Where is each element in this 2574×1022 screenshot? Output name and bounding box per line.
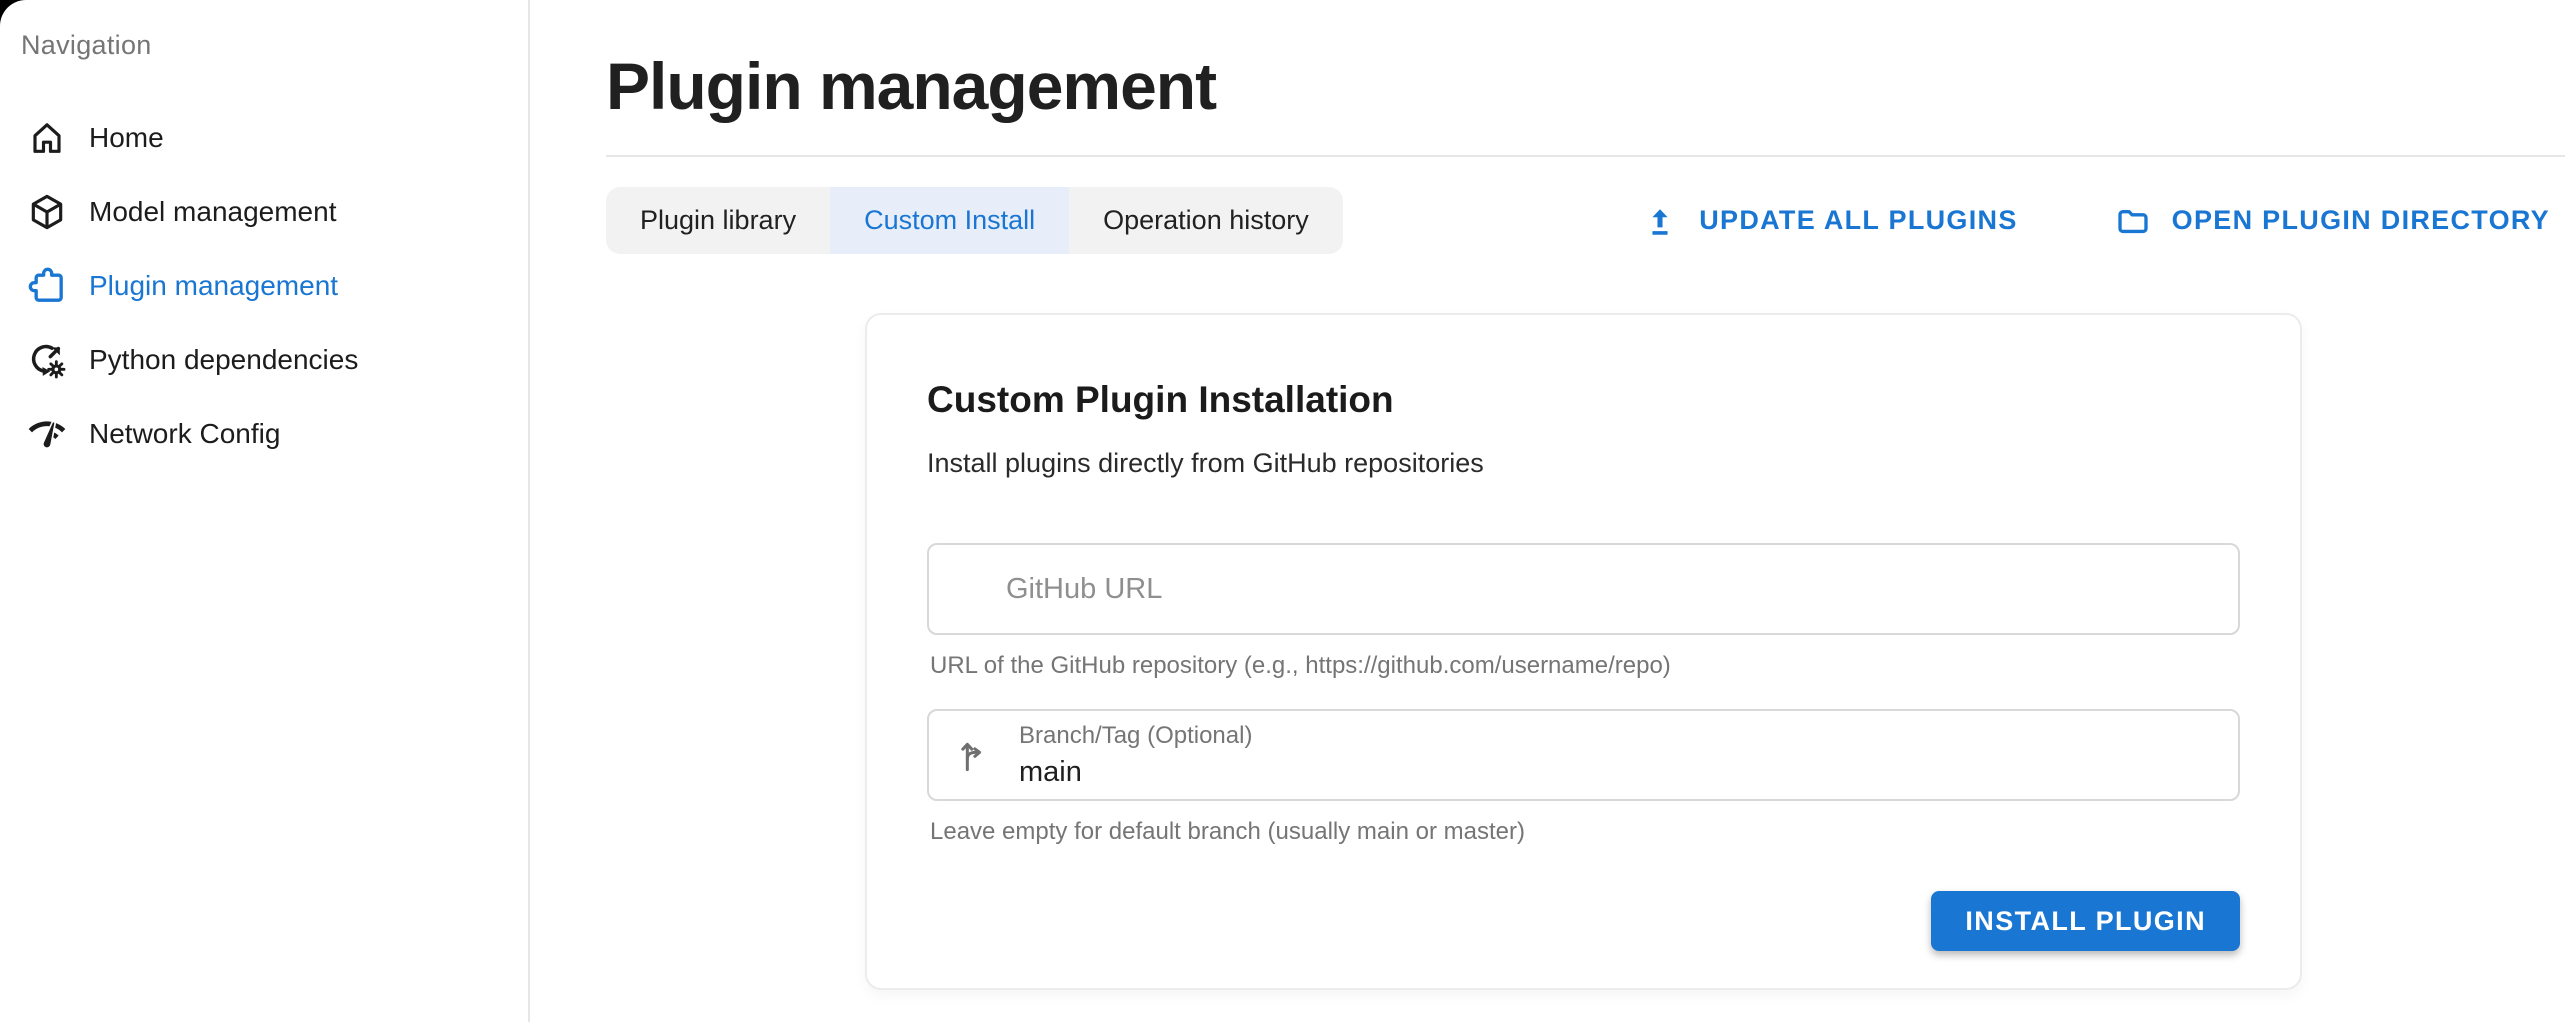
update-all-plugins-button[interactable]: UPDATE ALL PLUGINS (1641, 202, 2017, 240)
folder-icon (2114, 202, 2152, 240)
branch-field-label: Branch/Tag (Optional) (1019, 722, 2238, 750)
tab-custom-install[interactable]: Custom Install (830, 187, 1069, 254)
sidebar-item-label: Model management (89, 196, 336, 228)
card-actions-row: INSTALL PLUGIN (927, 891, 2240, 951)
branch-field-stack: Branch/Tag (Optional) (1019, 722, 2238, 789)
network-icon (27, 414, 67, 454)
branch-helper: Leave empty for default branch (usually … (930, 818, 2240, 846)
sidebar-item-label: Network Config (89, 418, 280, 450)
github-url-helper: URL of the GitHub repository (e.g., http… (930, 652, 2240, 680)
update-all-plugins-label: UPDATE ALL PLUGINS (1699, 205, 2017, 236)
custom-install-card: Custom Plugin Installation Install plugi… (865, 313, 2302, 990)
tab-operation-history[interactable]: Operation history (1069, 187, 1343, 254)
branch-tag-field: Branch/Tag (Optional) (927, 709, 2240, 801)
card-subtitle: Install plugins directly from GitHub rep… (927, 448, 2240, 479)
main-content: Plugin management Plugin library Custom … (532, 0, 2574, 1022)
sidebar-item-label: Plugin management (89, 270, 338, 302)
window-corner (0, 0, 30, 30)
cube-icon (27, 192, 67, 232)
sidebar: Navigation Home Model management Plugin … (0, 0, 530, 1022)
home-icon (27, 118, 67, 158)
toolbar: Plugin library Custom Install Operation … (606, 187, 2550, 254)
upload-icon (1641, 202, 1679, 240)
sidebar-item-python-dependencies[interactable]: Python dependencies (0, 323, 528, 397)
sidebar-item-label: Home (89, 122, 164, 154)
card-title: Custom Plugin Installation (927, 379, 2240, 421)
sidebar-nav-list: Home Model management Plugin management (0, 101, 528, 471)
title-divider (606, 155, 2565, 157)
sidebar-item-network-config[interactable]: Network Config (0, 397, 528, 471)
github-url-field (927, 543, 2240, 635)
fork-branch-icon (954, 735, 994, 775)
puzzle-icon (27, 266, 67, 306)
sidebar-item-home[interactable]: Home (0, 101, 528, 175)
sidebar-item-plugin-management[interactable]: Plugin management (0, 249, 528, 323)
sidebar-item-model-management[interactable]: Model management (0, 175, 528, 249)
github-url-input[interactable] (929, 545, 2238, 633)
open-plugin-directory-label: OPEN PLUGIN DIRECTORY (2172, 205, 2550, 236)
toolbar-actions: UPDATE ALL PLUGINS OPEN PLUGIN DIRECTORY (1641, 202, 2550, 240)
sidebar-item-label: Python dependencies (89, 344, 358, 376)
install-plugin-button[interactable]: INSTALL PLUGIN (1931, 891, 2240, 951)
tab-plugin-library[interactable]: Plugin library (606, 187, 830, 254)
open-plugin-directory-button[interactable]: OPEN PLUGIN DIRECTORY (2114, 202, 2550, 240)
branch-tag-input[interactable] (1019, 756, 2238, 789)
tab-group: Plugin library Custom Install Operation … (606, 187, 1343, 254)
sync-gear-icon (27, 340, 67, 380)
sidebar-title: Navigation (21, 30, 528, 61)
page-title: Plugin management (606, 48, 1216, 124)
